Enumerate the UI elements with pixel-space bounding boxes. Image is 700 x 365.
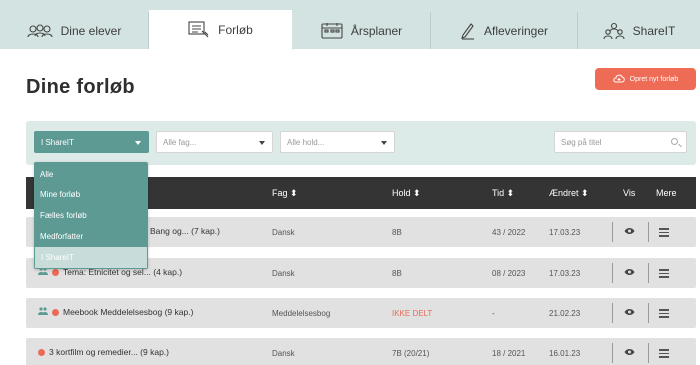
- divider: [648, 303, 649, 323]
- column-aendret[interactable]: Ændret ⬍: [549, 188, 589, 199]
- share-people-icon: [603, 22, 625, 40]
- course-subject: Meddelelsesbog: [272, 309, 331, 318]
- course-title[interactable]: 3 kortfilm og remedier... (9 kap.): [38, 347, 169, 357]
- course-class: 8B: [392, 269, 402, 278]
- subject-filter-select[interactable]: Alle fag...: [156, 131, 273, 153]
- column-mere: Mere: [656, 188, 677, 198]
- hamburger-menu-icon[interactable]: [659, 349, 669, 360]
- tab-label: Årsplaner: [350, 23, 403, 38]
- chevron-down-icon: [259, 141, 265, 145]
- tab-label: Dine elever: [60, 23, 122, 38]
- dropdown-option-faelles-forloeb[interactable]: Fælles forløb: [34, 205, 148, 226]
- eye-icon[interactable]: [624, 348, 635, 358]
- divider: [612, 263, 613, 283]
- page-title: Dine forløb: [26, 76, 135, 98]
- eye-icon[interactable]: [624, 268, 635, 278]
- share-filter-value: I ShareIT: [41, 137, 74, 147]
- status-dot-icon: [38, 348, 45, 356]
- course-class: 7B (20/21): [392, 349, 430, 358]
- tab-label: Afleveringer: [483, 23, 549, 38]
- tab-label: ShareIT: [632, 23, 676, 38]
- status-dot-icon: [52, 308, 59, 316]
- course-subject: Dansk: [272, 349, 295, 358]
- chevron-down-icon: [135, 141, 141, 145]
- dropdown-option-mine-forloeb[interactable]: Mine forløb: [34, 185, 148, 206]
- cloud-add-icon: [612, 74, 625, 85]
- divider: [612, 303, 613, 323]
- hamburger-menu-icon[interactable]: [659, 228, 669, 239]
- column-hold[interactable]: Hold ⬍: [392, 188, 421, 199]
- class-filter-placeholder: Alle hold...: [287, 137, 325, 147]
- shared-group-icon: [38, 307, 48, 317]
- column-tid[interactable]: Tid ⬍: [492, 188, 514, 199]
- course-modified: 16.01.23: [549, 349, 581, 358]
- divider: [648, 343, 649, 363]
- hamburger-menu-icon[interactable]: [659, 309, 669, 320]
- course-modified: 17.03.23: [549, 228, 581, 237]
- tab-shareit[interactable]: ShareIT: [578, 12, 700, 49]
- column-fag[interactable]: Fag ⬍: [272, 188, 298, 199]
- course-title[interactable]: Bang og... (7 kap.): [150, 226, 220, 236]
- column-vis: Vis: [623, 188, 636, 198]
- course-time: 18 / 2021: [492, 349, 526, 358]
- tab-forloeb[interactable]: Forløb: [149, 10, 293, 50]
- new-course-label: Opret nyt forløb: [629, 75, 679, 83]
- share-filter-select[interactable]: I ShareIT: [34, 131, 149, 153]
- hamburger-menu-icon[interactable]: [659, 269, 669, 280]
- course-subject: Dansk: [272, 269, 295, 278]
- dropdown-option-alle[interactable]: Alle: [34, 164, 148, 185]
- tab-dine-elever[interactable]: Dine elever: [0, 12, 149, 49]
- tab-aarsplaner[interactable]: Årsplaner: [293, 12, 431, 49]
- course-time: -: [492, 309, 495, 318]
- share-filter-dropdown: Alle Mine forløb Fælles forløb Medforfat…: [34, 162, 148, 269]
- divider: [612, 222, 613, 242]
- course-title[interactable]: Meebook Meddelelsesbog (9 kap.): [38, 307, 193, 317]
- status-dot-icon: [52, 268, 59, 276]
- pen-icon: [460, 22, 476, 40]
- course-class: 8B: [392, 228, 402, 237]
- title-search-input[interactable]: Søg på titel: [554, 131, 687, 153]
- course-time: 43 / 2022: [492, 228, 526, 237]
- dropdown-option-medforfatter[interactable]: Medforfatter: [34, 226, 148, 247]
- tab-afleveringer[interactable]: Afleveringer: [431, 12, 578, 49]
- calendar-icon: [321, 22, 343, 39]
- course-time: 08 / 2023: [492, 269, 526, 278]
- dropdown-option-i-shareit[interactable]: I ShareIT: [35, 247, 147, 268]
- tab-bar: Dine elever Forløb Årsplaner Afleveringe…: [0, 0, 700, 50]
- divider: [648, 222, 649, 242]
- eye-icon[interactable]: [624, 308, 635, 318]
- course-icon: [188, 21, 210, 39]
- divider: [612, 343, 613, 363]
- chevron-down-icon: [381, 141, 387, 145]
- class-filter-select[interactable]: Alle hold...: [280, 131, 395, 153]
- subject-filter-placeholder: Alle fag...: [163, 137, 197, 147]
- eye-icon[interactable]: [624, 227, 635, 237]
- course-modified: 21.02.23: [549, 309, 581, 318]
- search-placeholder: Søg på titel: [561, 137, 602, 147]
- course-modified: 17.03.23: [549, 269, 581, 278]
- course-subject: Dansk: [272, 228, 295, 237]
- students-icon: [27, 23, 53, 38]
- new-course-button[interactable]: Opret nyt forløb: [595, 68, 696, 90]
- tab-label: Forløb: [218, 23, 253, 37]
- search-icon: [671, 138, 678, 145]
- table-row[interactable]: 3 kortfilm og remedier... (9 kap.) Dansk…: [26, 338, 696, 365]
- table-row[interactable]: Meebook Meddelelsesbog (9 kap.) Meddelel…: [26, 298, 696, 328]
- divider: [648, 263, 649, 283]
- course-class: IKKE DELT: [392, 309, 433, 318]
